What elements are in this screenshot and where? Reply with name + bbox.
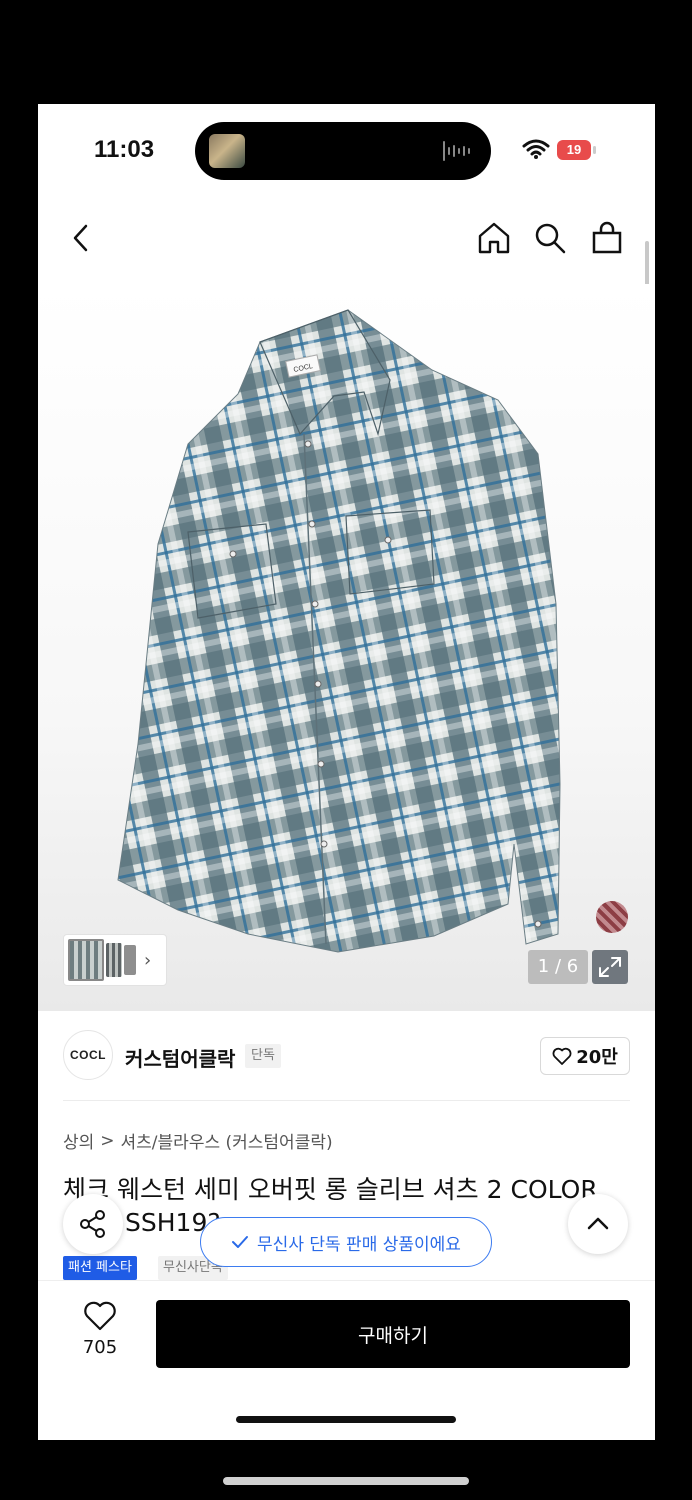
thumbnail[interactable] xyxy=(106,943,122,977)
home-indicator[interactable] xyxy=(236,1416,456,1423)
divider xyxy=(63,1100,630,1101)
thumbnail-selected[interactable] xyxy=(68,939,104,981)
heart-icon xyxy=(84,1301,116,1331)
product-image[interactable]: COCL › 1 / 6 xyxy=(38,284,655,1011)
buy-button[interactable]: 구매하기 xyxy=(156,1300,630,1368)
brand-like-button[interactable]: 20만 xyxy=(540,1037,630,1075)
dynamic-island[interactable] xyxy=(195,122,491,180)
status-time: 11:03 xyxy=(94,136,155,163)
chevron-up-icon xyxy=(587,1217,609,1230)
exclusive-toast: 무신사 단독 판매 상품이에요 xyxy=(200,1217,492,1267)
audio-wave-icon xyxy=(443,140,475,162)
shirt-photo: COCL xyxy=(117,309,561,953)
exclusive-badge: 단독 xyxy=(245,1044,281,1068)
share-button[interactable] xyxy=(63,1194,123,1254)
breadcrumb-separator: > xyxy=(100,1130,115,1151)
chevron-left-icon[interactable] xyxy=(64,220,100,256)
phone-screen: 11:03 19 COCL › 1 / 6 COCL 커스텀어클락 단독 20만… xyxy=(38,104,655,1440)
wishlist-button[interactable]: 705 xyxy=(73,1301,127,1358)
chevron-right-icon[interactable]: › xyxy=(144,950,151,971)
now-playing-artwork xyxy=(209,134,245,168)
breadcrumb: 상의 > 셔츠/블라우스 (커스텀어클락) xyxy=(63,1128,333,1154)
heart-icon xyxy=(552,1047,572,1065)
color-swatch[interactable] xyxy=(596,901,628,933)
shopping-bag-icon[interactable] xyxy=(589,220,625,256)
battery-tip xyxy=(593,146,596,154)
home-icon[interactable] xyxy=(476,220,512,256)
breadcrumb-category[interactable]: 상의 xyxy=(63,1128,94,1153)
breadcrumb-subcategory[interactable]: 셔츠/블라우스 (커스텀어클락) xyxy=(121,1128,333,1153)
product-title: 체크 웨스턴 세미 오버핏 롱 슬리브 셔츠 2 COLOR xyxy=(63,1175,598,1204)
brand-like-count: 20만 xyxy=(576,1047,618,1068)
fashion-festa-tag: 패션 페스타 xyxy=(63,1256,137,1280)
wishlist-count: 705 xyxy=(82,1337,118,1358)
image-counter: 1 / 6 xyxy=(528,950,588,984)
thumbnail[interactable] xyxy=(124,945,136,975)
scroll-top-button[interactable] xyxy=(568,1194,628,1254)
share-icon xyxy=(80,1210,105,1238)
check-icon xyxy=(232,1236,249,1248)
battery-indicator: 19 xyxy=(557,140,591,160)
brand-logo[interactable]: COCL xyxy=(63,1030,113,1080)
thumbnail-strip[interactable]: › xyxy=(63,934,167,986)
toast-text: 무신사 단독 판매 상품이에요 xyxy=(257,1234,461,1255)
brand-name[interactable]: 커스텀어클락 xyxy=(125,1043,235,1072)
expand-icon[interactable] xyxy=(592,950,628,984)
outer-home-indicator xyxy=(223,1477,469,1485)
wifi-icon xyxy=(522,139,550,159)
search-icon[interactable] xyxy=(532,220,568,256)
